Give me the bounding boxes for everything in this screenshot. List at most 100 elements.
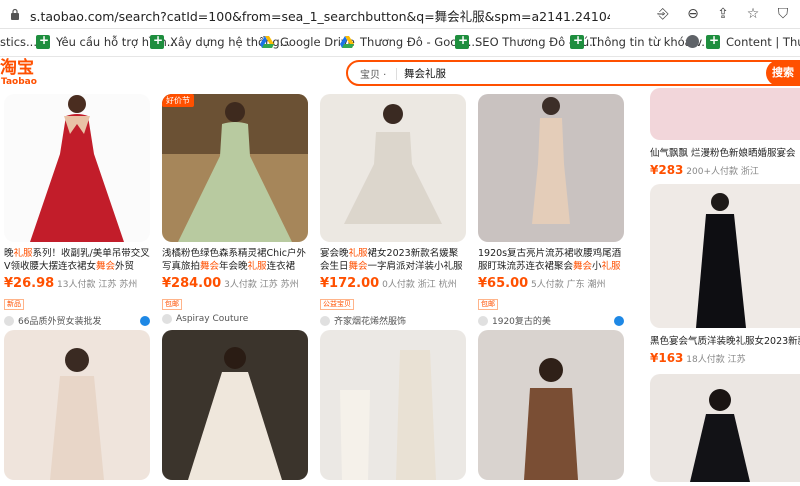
product-image[interactable] (650, 374, 800, 482)
title-highlight: 礼服 (601, 260, 621, 272)
product-card[interactable] (320, 330, 466, 480)
status-badge: 包邮 (478, 299, 498, 310)
shield-icon[interactable]: ⛉ (774, 5, 792, 23)
title-highlight: 礼服 (13, 248, 33, 259)
title-part: 一字肩派对洋装小礼服 (367, 260, 463, 272)
title-highlight: 礼服 (348, 248, 368, 259)
green-plus-icon (455, 33, 469, 49)
title-part: 年会晚 (219, 260, 248, 272)
price-value: 172.00 (329, 276, 380, 291)
shop-name[interactable]: 66品质外贸女装批发 (18, 314, 101, 327)
title-highlight: 舞会 (96, 260, 116, 272)
product-image[interactable]: 好价节 (162, 94, 308, 242)
product-image[interactable] (320, 94, 466, 242)
bookmarks-bar: stics... Yêu cầu hỗ trợ hình... Xây dựng… (0, 29, 800, 57)
sold-count: 5人付款 (531, 280, 564, 290)
bookmark-item[interactable]: stics... (0, 35, 37, 49)
product-title[interactable]: 黑色宴会气质洋装晚礼服女2023新款 (650, 333, 800, 347)
star-icon[interactable]: ☆ (744, 5, 762, 23)
product-title[interactable]: 宴会晚礼服裙女2023新款名媛聚会生日舞会一字肩派对洋装小礼服 (320, 248, 466, 273)
product-image[interactable] (650, 184, 800, 328)
price-value: 284.00 (171, 276, 222, 291)
product-card[interactable] (162, 330, 308, 480)
globe-icon (686, 35, 699, 48)
price: ¥26.98 (4, 276, 55, 291)
side-product-card[interactable]: 仙气飘飘 烂漫粉色新娘晒婚服宴会 ¥283 200+人付款 浙江 (650, 88, 800, 177)
lock-icon[interactable] (10, 8, 20, 20)
bookmark-label: stics... (0, 35, 37, 49)
status-badge: 公益宝贝 (320, 299, 354, 310)
shop-row[interactable]: 齐家烟花烯然服饰 (320, 314, 466, 327)
url-text[interactable]: s.taobao.com/search?catId=100&from=sea_1… (30, 6, 610, 25)
title-part: 小 (592, 260, 602, 272)
location: 广东 潮州 (566, 280, 606, 290)
price-value: 163 (658, 351, 684, 365)
sold-count: 3人付款 (224, 280, 257, 290)
product-image[interactable] (478, 330, 624, 480)
side-product-card[interactable] (650, 374, 800, 482)
product-image[interactable] (650, 88, 800, 140)
drive-icon (340, 35, 354, 48)
product-title[interactable]: 浅橘粉色绿色森系精灵裙Chic户外写真旅拍舞会年会晚礼服连衣裙 (162, 248, 308, 273)
shop-row[interactable]: 66品质外贸女装批发 (4, 314, 150, 327)
product-image[interactable] (320, 330, 466, 480)
product-title[interactable]: 仙气飘飘 烂漫粉色新娘晒婚服宴会 (650, 145, 800, 159)
translate-icon[interactable]: ⎆ (654, 5, 672, 23)
product-image[interactable] (478, 94, 624, 242)
status-badge: 新品 (4, 299, 24, 310)
location: 江苏 苏州 (259, 280, 299, 290)
shop-avatar (162, 314, 172, 324)
toolbar-icons: ⎆ ⊖ ⇪ ☆ ⛉ (654, 5, 792, 23)
product-card[interactable]: 1920s复古亮片流苏裙收腰鸡尾酒服盯珠流苏连衣裙聚会舞会小礼服 ¥65.00 … (478, 94, 624, 327)
zoom-icon[interactable]: ⊖ (684, 5, 702, 23)
product-image[interactable] (4, 94, 150, 242)
search-box[interactable]: 宝贝 · 舞会礼服 搜索 (346, 60, 800, 86)
share-icon[interactable]: ⇪ (714, 5, 732, 23)
search-category[interactable]: 宝贝 · (360, 66, 386, 81)
title-part: 晚 (4, 248, 14, 259)
shop-name[interactable]: 齐家烟花烯然服饰 (334, 314, 406, 327)
price-row: ¥283 200+人付款 浙江 (650, 163, 800, 177)
product-card[interactable] (478, 330, 624, 480)
search-input[interactable]: 舞会礼服 (404, 66, 446, 81)
side-product-card[interactable]: 黑色宴会气质洋装晚礼服女2023新款 ¥163 18人付款 江苏 (650, 184, 800, 365)
title-highlight: 舞会 (200, 260, 220, 272)
shop-avatar (478, 315, 488, 326)
status-badge: 包邮 (162, 299, 182, 310)
bookmark-item[interactable] (686, 35, 699, 48)
price-value: 283 (658, 163, 684, 177)
title-highlight: 舞会 (348, 260, 368, 272)
title-highlight: 礼服 (247, 260, 267, 272)
title-part: 连衣裙 (266, 260, 296, 272)
price-value: 26.98 (13, 276, 55, 291)
product-card[interactable]: 好价节 浅橘粉色绿色森系精灵裙Chic户外写真旅拍舞会年会晚礼服连衣裙 ¥284… (162, 94, 308, 324)
shop-avatar (320, 315, 330, 326)
product-card[interactable]: 晚礼服系列！收副乳/美单吊带交叉V领收腰大摆连衣裙女舞会外贸 ¥26.98 13… (4, 94, 150, 327)
verified-icon (140, 315, 150, 326)
title-part: 宴会晚 (320, 248, 349, 259)
divider (396, 68, 397, 80)
location: 江苏 苏州 (98, 280, 138, 290)
drive-icon (260, 35, 274, 48)
product-image[interactable] (162, 330, 308, 480)
price-row: ¥65.00 5人付款 广东 潮州 (478, 276, 624, 291)
shop-name[interactable]: Aspiray Couture (176, 314, 248, 324)
shop-row[interactable]: 1920复古的美 (478, 314, 624, 327)
price: ¥172.00 (320, 276, 380, 291)
product-title[interactable]: 1920s复古亮片流苏裙收腰鸡尾酒服盯珠流苏连衣裙聚会舞会小礼服 (478, 248, 624, 273)
shop-row[interactable]: Aspiray Couture (162, 314, 308, 324)
title-part: 外贸 (115, 260, 135, 272)
taobao-logo[interactable]: 淘宝 Taobao (0, 60, 50, 90)
product-image[interactable] (4, 330, 150, 480)
green-plus-icon (706, 33, 720, 49)
search-button[interactable]: 搜索 (766, 60, 800, 86)
bookmark-item[interactable]: Content | Thuongd (706, 33, 800, 49)
price-row: ¥172.00 0人付款 浙江 杭州 (320, 276, 466, 291)
promo-tag: 好价节 (162, 94, 194, 107)
price: ¥163 (650, 351, 684, 365)
shop-name[interactable]: 1920复古的美 (492, 314, 551, 327)
product-card[interactable]: 宴会晚礼服裙女2023新款名媛聚会生日舞会一字肩派对洋装小礼服 ¥172.00 … (320, 94, 466, 327)
product-card[interactable] (4, 330, 150, 480)
product-title[interactable]: 晚礼服系列！收副乳/美单吊带交叉V领收腰大摆连衣裙女舞会外贸 (4, 248, 150, 273)
green-plus-icon (150, 33, 164, 49)
